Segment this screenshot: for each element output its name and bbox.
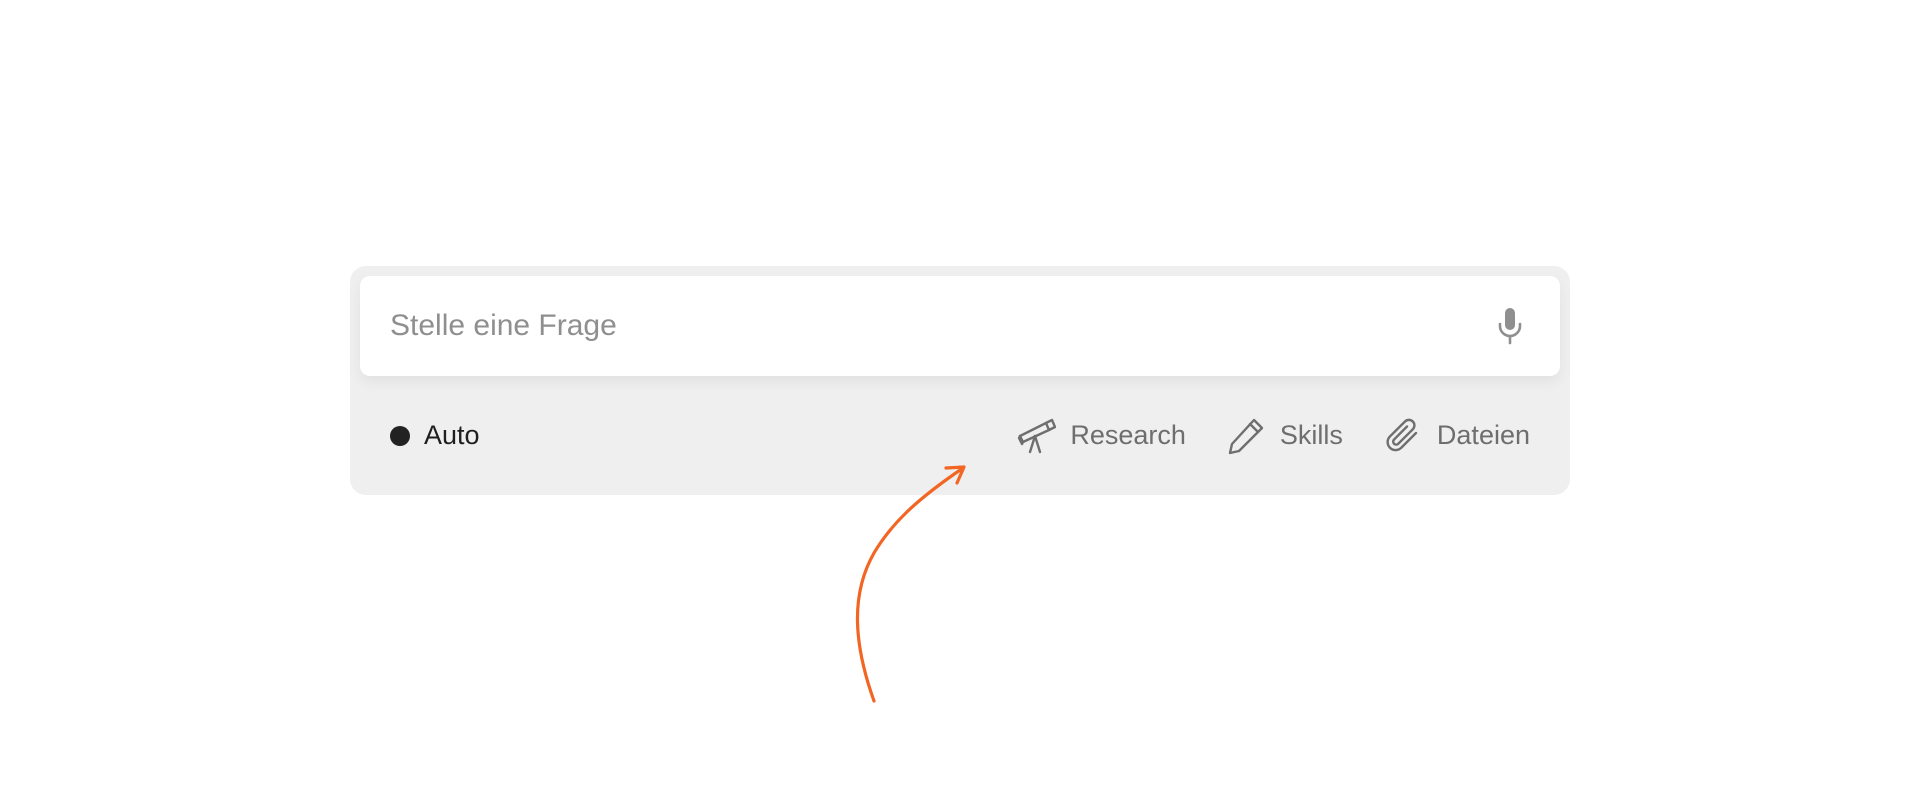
- skills-label: Skills: [1279, 420, 1343, 450]
- mode-dot: [390, 425, 410, 446]
- files-button[interactable]: Dateien: [1383, 416, 1530, 456]
- research-button[interactable]: Research: [1016, 416, 1186, 456]
- research-label: Research: [1070, 420, 1186, 450]
- telescope-icon: [1018, 418, 1057, 453]
- files-label: Dateien: [1436, 420, 1530, 450]
- mode-label: Auto: [424, 420, 480, 450]
- pencil-icon: [1228, 418, 1264, 454]
- mode-selector[interactable]: Auto: [390, 376, 480, 495]
- skills-button[interactable]: Skills: [1226, 416, 1343, 456]
- page: Auto Research: [0, 0, 1920, 800]
- prompt-input-box: [360, 276, 1560, 376]
- annotation-arrow: [855, 465, 966, 703]
- prompt-input[interactable]: [390, 276, 1470, 376]
- composer-actions: Research Skills Dateien: [1016, 376, 1530, 495]
- paperclip-icon: [1386, 418, 1418, 451]
- microphone-button[interactable]: [1490, 306, 1530, 346]
- microphone-icon: [1498, 308, 1522, 345]
